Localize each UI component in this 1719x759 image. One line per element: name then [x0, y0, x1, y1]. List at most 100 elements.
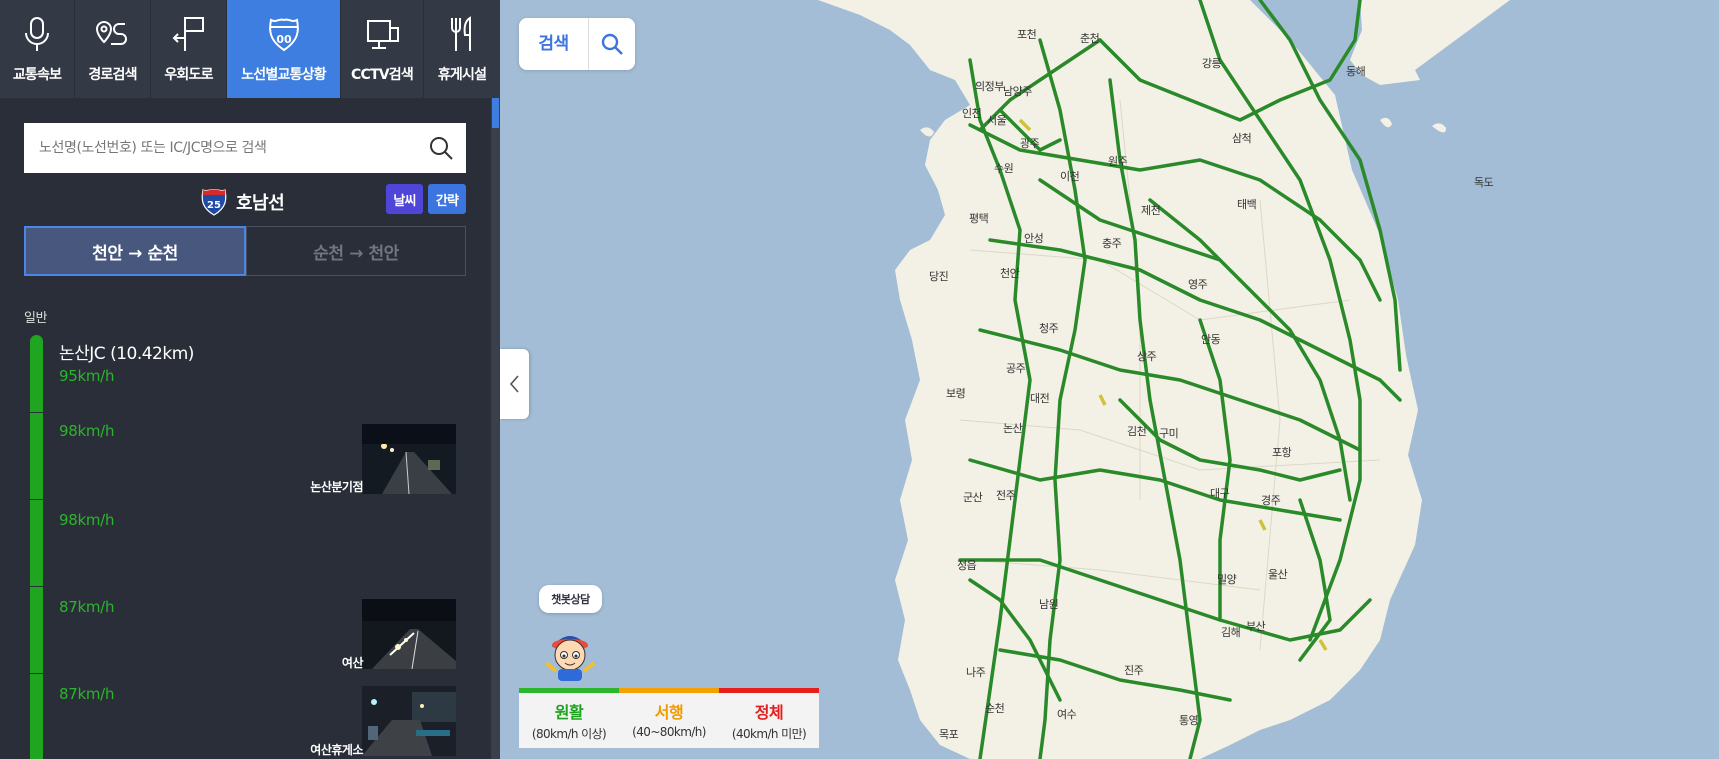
city-label: 남양주	[1003, 85, 1032, 98]
segment-name: 논산JC (10.42km)	[59, 344, 194, 364]
microphone-icon	[25, 17, 49, 51]
city-label: 포천	[1017, 28, 1037, 41]
nav-route-search[interactable]: 경로검색	[75, 0, 151, 98]
city-label: 수원	[994, 162, 1014, 175]
nav-detour[interactable]: 우회도로	[151, 0, 227, 98]
panel-scrollbar[interactable]	[491, 98, 500, 759]
cctv-thumbnail[interactable]	[362, 424, 456, 494]
legend-title: 정체	[754, 703, 784, 722]
speed-bar	[30, 335, 43, 412]
cctv-thumbnail[interactable]	[362, 599, 456, 669]
traffic-map[interactable]: 포천 춘천 강릉 동해 삼척 태백 독도 의정부 남양주 인천 서울 광주 수원…	[500, 0, 1719, 759]
brief-view-button[interactable]: 간략	[428, 184, 466, 214]
segment-speed: 87km/h	[59, 685, 115, 703]
city-label: 대구	[1210, 487, 1230, 500]
chatbot-mascot-icon	[544, 636, 596, 681]
city-label: 이천	[1060, 170, 1080, 183]
fork-knife-icon	[451, 16, 471, 51]
city-label: 태백	[1237, 198, 1257, 211]
segment-speed: 98km/h	[59, 422, 115, 440]
route-search-input[interactable]	[39, 140, 409, 156]
nav-label: 우회도로	[164, 67, 213, 83]
map-search-box: 검색	[519, 18, 635, 70]
segment-item[interactable]: 논산JC (10.42km) 95km/h	[0, 335, 490, 412]
route-title: 25 호남선	[200, 188, 285, 216]
city-label: 독도	[1474, 176, 1494, 189]
cctv-label: 논산분기점	[310, 480, 363, 494]
city-label: 영주	[1188, 278, 1208, 291]
city-label: 광주	[1020, 137, 1040, 150]
nav-route-traffic[interactable]: 00 노선별교통상황	[227, 0, 341, 98]
nav-label: 경로검색	[88, 67, 137, 83]
city-label: 울산	[1268, 568, 1288, 581]
legend-range: (80km/h 이상)	[531, 727, 607, 741]
city-label: 보령	[946, 387, 966, 400]
city-label: 순천	[985, 702, 1005, 715]
city-label: 안동	[1201, 333, 1221, 346]
city-label: 서울	[987, 114, 1007, 127]
cctv-label: 여산	[341, 656, 364, 670]
city-label: 진주	[1124, 664, 1144, 677]
city-label: 남원	[1039, 598, 1059, 611]
city-label: 인천	[962, 107, 982, 120]
search-icon	[601, 33, 623, 55]
collapse-panel-button[interactable]	[500, 349, 529, 419]
segment-speed: 87km/h	[59, 598, 115, 616]
speed-bar	[30, 500, 43, 586]
legend-range: (40~80km/h)	[632, 725, 706, 739]
city-label: 제천	[1141, 204, 1161, 217]
city-label: 천안	[1000, 267, 1020, 280]
city-label: 경주	[1261, 494, 1281, 507]
route-name: 호남선	[236, 193, 285, 214]
main-nav: 교통속보 경로검색 우회도로 00 노선별교통상황 CCTV검색 휴게시설	[0, 0, 500, 98]
map-search-icon-button[interactable]	[589, 32, 635, 56]
weather-button[interactable]: 날씨	[386, 184, 423, 214]
speed-bar	[30, 413, 43, 499]
search-icon[interactable]	[428, 135, 454, 161]
legend-smooth: 원활 (80km/h 이상)	[519, 688, 619, 748]
nav-rest-area[interactable]: 휴게시설	[424, 0, 500, 98]
legend-range: (40km/h 미만)	[731, 727, 807, 741]
tab-suncheon-to-cheonan[interactable]: 순천 → 천안	[246, 226, 466, 276]
city-label: 논산	[1003, 422, 1023, 435]
city-label: 삼척	[1232, 132, 1252, 145]
segment-speed: 95km/h	[59, 367, 115, 385]
tab-cheonan-to-suncheon[interactable]: 천안 → 순천	[24, 226, 246, 276]
city-label: 원주	[1108, 155, 1128, 168]
route-shield-icon: 25	[201, 189, 227, 216]
monitor-icon	[367, 20, 399, 49]
city-label: 의정부	[975, 80, 1004, 93]
map-search-button[interactable]: 검색	[519, 18, 589, 70]
scrollbar-thumb[interactable]	[492, 98, 499, 128]
city-label: 목포	[939, 728, 959, 741]
city-label: 구미	[1159, 427, 1179, 440]
route-search-box	[24, 123, 466, 173]
chatbot-button[interactable]: 챗봇상담	[536, 583, 606, 683]
nav-label: 교통속보	[12, 67, 62, 83]
chevron-left-icon	[509, 375, 519, 393]
city-label: 포항	[1272, 446, 1292, 459]
city-label: 대전	[1030, 392, 1050, 405]
segment-item[interactable]: 98km/h	[0, 500, 490, 586]
city-label: 동해	[1346, 65, 1366, 78]
city-label: 안성	[1024, 232, 1044, 245]
city-label: 통영	[1179, 714, 1199, 727]
nav-cctv-search[interactable]: CCTV검색	[341, 0, 424, 98]
nav-label: CCTV검색	[351, 67, 414, 83]
nav-label: 노선별교통상황	[241, 67, 326, 83]
city-label: 평택	[969, 212, 989, 225]
legend-title: 서행	[654, 703, 684, 722]
route-icon	[95, 20, 127, 45]
legend-slow: 서행 (40~80km/h)	[619, 688, 719, 748]
nav-label: 휴게시설	[437, 67, 487, 83]
city-label: 전주	[996, 489, 1016, 502]
traffic-legend: 원활 (80km/h 이상) 서행 (40~80km/h) 정체 (40km/h…	[519, 688, 819, 748]
city-label: 정읍	[957, 559, 977, 572]
direction-tabs: 천안 → 순천 순천 → 천안	[24, 226, 466, 276]
svg-text:00: 00	[276, 33, 292, 46]
legend-title: 원활	[554, 703, 584, 722]
nav-traffic-news[interactable]: 교통속보	[0, 0, 75, 98]
cctv-thumbnail[interactable]	[362, 686, 456, 756]
section-label: 일반	[24, 311, 47, 326]
city-label: 군산	[963, 491, 983, 504]
